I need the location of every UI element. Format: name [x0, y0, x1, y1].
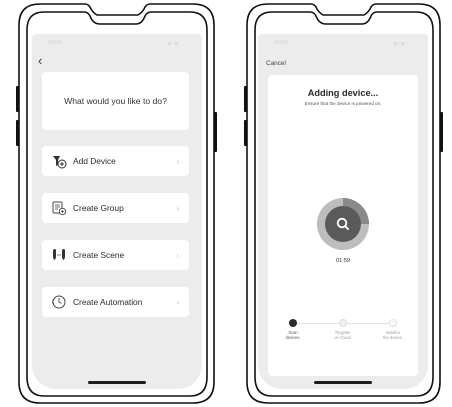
create-scene-icon — [53, 249, 65, 260]
create-automation-button[interactable]: Create Automation › — [42, 287, 189, 317]
chevron-right-icon: › — [176, 297, 179, 307]
step-initialize-device: Initialize the device. — [373, 319, 413, 340]
left-screen: ‹ What would you like to do? Add Device … — [32, 34, 202, 389]
create-group-label: Create Group — [73, 203, 124, 213]
countdown-timer: 01:59 — [336, 258, 350, 264]
cancel-button[interactable]: Cancel — [266, 60, 286, 67]
chevron-right-icon: › — [176, 250, 179, 260]
back-button[interactable]: ‹ — [38, 54, 42, 68]
create-group-icon — [52, 201, 67, 216]
scan-progress-ring — [317, 198, 369, 250]
status-time — [48, 40, 62, 44]
step-label: Register on Cloud. — [334, 330, 352, 340]
step-scan-devices: Scan devices. — [273, 319, 313, 340]
step-dot — [389, 319, 397, 327]
step-label: Initialize the device. — [383, 330, 403, 340]
create-automation-label: Create Automation — [73, 297, 143, 307]
adding-subtitle: Ensure that the device is powered on. — [304, 101, 382, 106]
screenshot-stage: ‹ What would you like to do? Add Device … — [0, 0, 452, 407]
prompt-card: What would you like to do? — [42, 72, 189, 130]
step-register-cloud: Register on Cloud. — [323, 319, 363, 340]
adding-title: Adding device... — [307, 88, 379, 98]
add-device-label: Add Device — [73, 156, 116, 166]
create-automation-icon — [52, 295, 66, 309]
right-screen: Cancel Adding device... Ensure that the … — [258, 34, 428, 389]
add-device-icon — [53, 156, 67, 169]
step-dot — [339, 319, 347, 327]
create-group-button[interactable]: Create Group › — [42, 193, 189, 223]
chevron-right-icon: › — [176, 156, 179, 166]
status-indicators — [394, 42, 404, 45]
home-indicator[interactable] — [88, 381, 146, 384]
home-indicator[interactable] — [314, 381, 372, 384]
step-dot — [289, 319, 297, 327]
status-indicators — [168, 42, 178, 45]
add-device-button[interactable]: Add Device › — [42, 146, 189, 176]
prompt-text: What would you like to do? — [64, 96, 167, 106]
adding-device-card: Adding device... Ensure that the device … — [268, 75, 418, 376]
step-label: Scan devices. — [285, 330, 301, 340]
create-scene-label: Create Scene — [73, 250, 125, 260]
create-scene-button[interactable]: Create Scene › — [42, 240, 189, 270]
status-time — [274, 40, 288, 44]
chevron-right-icon: › — [176, 203, 179, 213]
